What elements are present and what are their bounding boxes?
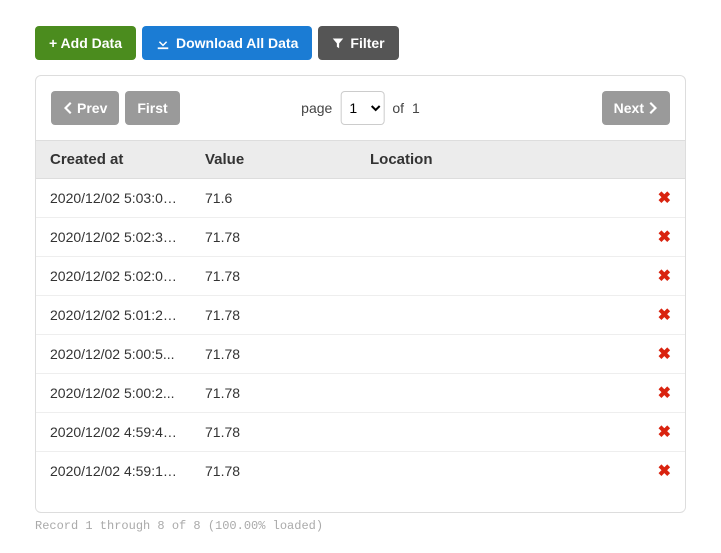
cell-delete: ✖ — [644, 335, 685, 374]
pagination-bar: Prev First page 1 of 1 Next — [36, 76, 685, 140]
cell-location — [356, 257, 644, 296]
delete-icon[interactable]: ✖ — [658, 229, 671, 246]
cell-location — [356, 335, 644, 374]
cell-created-at: 2020/12/02 4:59:16... — [36, 452, 191, 491]
first-label: First — [137, 100, 167, 116]
cell-value: 71.78 — [191, 257, 356, 296]
cell-created-at: 2020/12/02 5:00:5... — [36, 335, 191, 374]
filter-button[interactable]: Filter — [318, 26, 398, 60]
header-actions — [644, 141, 685, 179]
cell-value: 71.78 — [191, 452, 356, 491]
download-label: Download All Data — [176, 35, 298, 51]
delete-icon[interactable]: ✖ — [658, 463, 671, 480]
cell-created-at: 2020/12/02 5:00:2... — [36, 374, 191, 413]
chevron-right-icon — [648, 102, 658, 114]
cell-value: 71.78 — [191, 218, 356, 257]
header-value[interactable]: Value — [191, 141, 356, 179]
cell-location — [356, 218, 644, 257]
data-panel: Prev First page 1 of 1 Next — [35, 75, 686, 513]
cell-delete: ✖ — [644, 257, 685, 296]
cell-value: 71.6 — [191, 179, 356, 218]
table-row: 2020/12/02 4:59:16...71.78 ✖ — [36, 452, 685, 491]
cell-delete: ✖ — [644, 452, 685, 491]
of-word: of — [392, 100, 404, 116]
cell-location — [356, 413, 644, 452]
table-row: 2020/12/02 5:00:5...71.78 ✖ — [36, 335, 685, 374]
cell-value: 71.78 — [191, 335, 356, 374]
cell-created-at: 2020/12/02 5:02:01... — [36, 257, 191, 296]
table-row: 2020/12/02 5:00:2...71.78 ✖ — [36, 374, 685, 413]
cell-delete: ✖ — [644, 218, 685, 257]
cell-created-at: 2020/12/02 5:02:34... — [36, 218, 191, 257]
add-data-button[interactable]: + Add Data — [35, 26, 136, 60]
cell-delete: ✖ — [644, 374, 685, 413]
total-pages: 1 — [412, 100, 420, 116]
delete-icon[interactable]: ✖ — [658, 346, 671, 363]
header-location[interactable]: Location — [356, 141, 644, 179]
status-line: Record 1 through 8 of 8 (100.00% loaded) — [35, 513, 686, 533]
delete-icon[interactable]: ✖ — [658, 190, 671, 207]
cell-delete: ✖ — [644, 179, 685, 218]
download-all-button[interactable]: Download All Data — [142, 26, 312, 60]
prev-button[interactable]: Prev — [51, 91, 119, 125]
first-button[interactable]: First — [125, 91, 179, 125]
table-row: 2020/12/02 5:01:28...71.78 ✖ — [36, 296, 685, 335]
chevron-left-icon — [63, 102, 73, 114]
next-label: Next — [614, 100, 644, 116]
filter-icon — [332, 37, 344, 49]
page-word: page — [301, 100, 332, 116]
delete-icon[interactable]: ✖ — [658, 268, 671, 285]
table-row: 2020/12/02 5:02:01...71.78 ✖ — [36, 257, 685, 296]
cell-delete: ✖ — [644, 296, 685, 335]
cell-value: 71.78 — [191, 296, 356, 335]
cell-location — [356, 179, 644, 218]
page-select[interactable]: 1 — [340, 91, 384, 125]
page-indicator: page 1 of 1 — [301, 91, 420, 125]
cell-location — [356, 296, 644, 335]
table-row: 2020/12/02 4:59:49...71.78 ✖ — [36, 413, 685, 452]
download-icon — [156, 36, 170, 50]
header-created-at[interactable]: Created at — [36, 141, 191, 179]
filter-label: Filter — [350, 35, 384, 51]
cell-created-at: 2020/12/02 5:01:28... — [36, 296, 191, 335]
cell-created-at: 2020/12/02 5:03:07... — [36, 179, 191, 218]
next-button[interactable]: Next — [602, 91, 670, 125]
cell-location — [356, 374, 644, 413]
cell-value: 71.78 — [191, 413, 356, 452]
table-row: 2020/12/02 5:02:34...71.78 ✖ — [36, 218, 685, 257]
delete-icon[interactable]: ✖ — [658, 424, 671, 441]
action-toolbar: + Add Data Download All Data Filter — [35, 26, 686, 60]
table-row: 2020/12/02 5:03:07...71.6 ✖ — [36, 179, 685, 218]
delete-icon[interactable]: ✖ — [658, 307, 671, 324]
cell-delete: ✖ — [644, 413, 685, 452]
delete-icon[interactable]: ✖ — [658, 385, 671, 402]
cell-created-at: 2020/12/02 4:59:49... — [36, 413, 191, 452]
cell-value: 71.78 — [191, 374, 356, 413]
table-header-row: Created at Value Location — [36, 141, 685, 179]
prev-label: Prev — [77, 100, 107, 116]
data-table: Created at Value Location 2020/12/02 5:0… — [36, 140, 685, 490]
add-data-label: + Add Data — [49, 35, 122, 51]
cell-location — [356, 452, 644, 491]
